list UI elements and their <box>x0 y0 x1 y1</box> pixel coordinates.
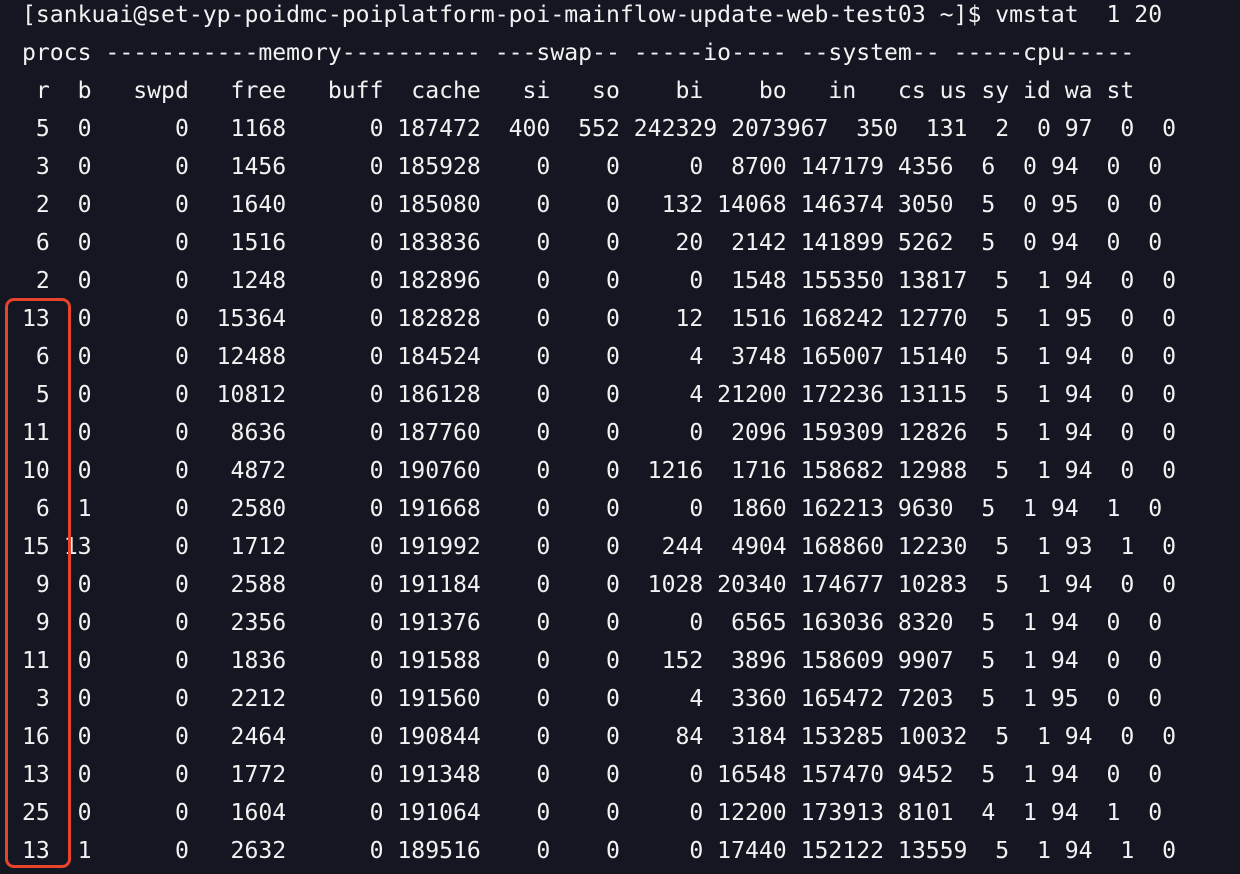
vmstat-row: 16 0 0 2464 0 190844 0 0 84 3184 153285 … <box>22 724 1176 750</box>
vmstat-row: 5 0 0 10812 0 186128 0 0 4 21200 172236 … <box>22 382 1176 408</box>
vmstat-row: 6 0 0 1516 0 183836 0 0 20 2142 141899 5… <box>22 230 1163 256</box>
vmstat-row: 6 1 0 2580 0 191668 0 0 0 1860 162213 96… <box>22 496 1163 522</box>
vmstat-row: 3 0 0 1456 0 185928 0 0 0 8700 147179 43… <box>22 154 1163 180</box>
vmstat-row: 9 0 0 2588 0 191184 0 0 1028 20340 17467… <box>22 572 1176 598</box>
vmstat-row: 15 13 0 1712 0 191992 0 0 244 4904 16886… <box>22 534 1176 560</box>
vmstat-header-columns: r b swpd free buff cache si so bi bo in … <box>22 78 1135 104</box>
command-prompt-line: [sankuai@set-yp-poidmc-poiplatform-poi-m… <box>22 2 1163 28</box>
vmstat-row: 9 0 0 2356 0 191376 0 0 0 6565 163036 83… <box>22 610 1163 636</box>
vmstat-row: 13 1 0 2632 0 189516 0 0 0 17440 152122 … <box>22 838 1176 864</box>
vmstat-row: 3 0 0 2212 0 191560 0 0 4 3360 165472 72… <box>22 686 1163 712</box>
vmstat-row: 6 0 0 12488 0 184524 0 0 4 3748 165007 1… <box>22 344 1176 370</box>
vmstat-row: 5 0 0 1168 0 187472 400 552 242329 20739… <box>22 116 1176 142</box>
vmstat-header-groups: procs -----------memory---------- ---swa… <box>22 40 1135 66</box>
vmstat-row: 10 0 0 4872 0 190760 0 0 1216 1716 15868… <box>22 458 1176 484</box>
vmstat-row: 13 0 0 1772 0 191348 0 0 0 16548 157470 … <box>22 762 1163 788</box>
terminal-window[interactable]: [sankuai@set-yp-poidmc-poiplatform-poi-m… <box>0 0 1240 874</box>
vmstat-row: 13 0 0 15364 0 182828 0 0 12 1516 168242… <box>22 306 1176 332</box>
vmstat-row: 2 0 0 1640 0 185080 0 0 132 14068 146374… <box>22 192 1163 218</box>
vmstat-row: 25 0 0 1604 0 191064 0 0 0 12200 173913 … <box>22 800 1163 826</box>
vmstat-row: 2 0 0 1248 0 182896 0 0 0 1548 155350 13… <box>22 268 1176 294</box>
vmstat-row: 11 0 0 8636 0 187760 0 0 0 2096 159309 1… <box>22 420 1176 446</box>
vmstat-row: 11 0 0 1836 0 191588 0 0 152 3896 158609… <box>22 648 1163 674</box>
